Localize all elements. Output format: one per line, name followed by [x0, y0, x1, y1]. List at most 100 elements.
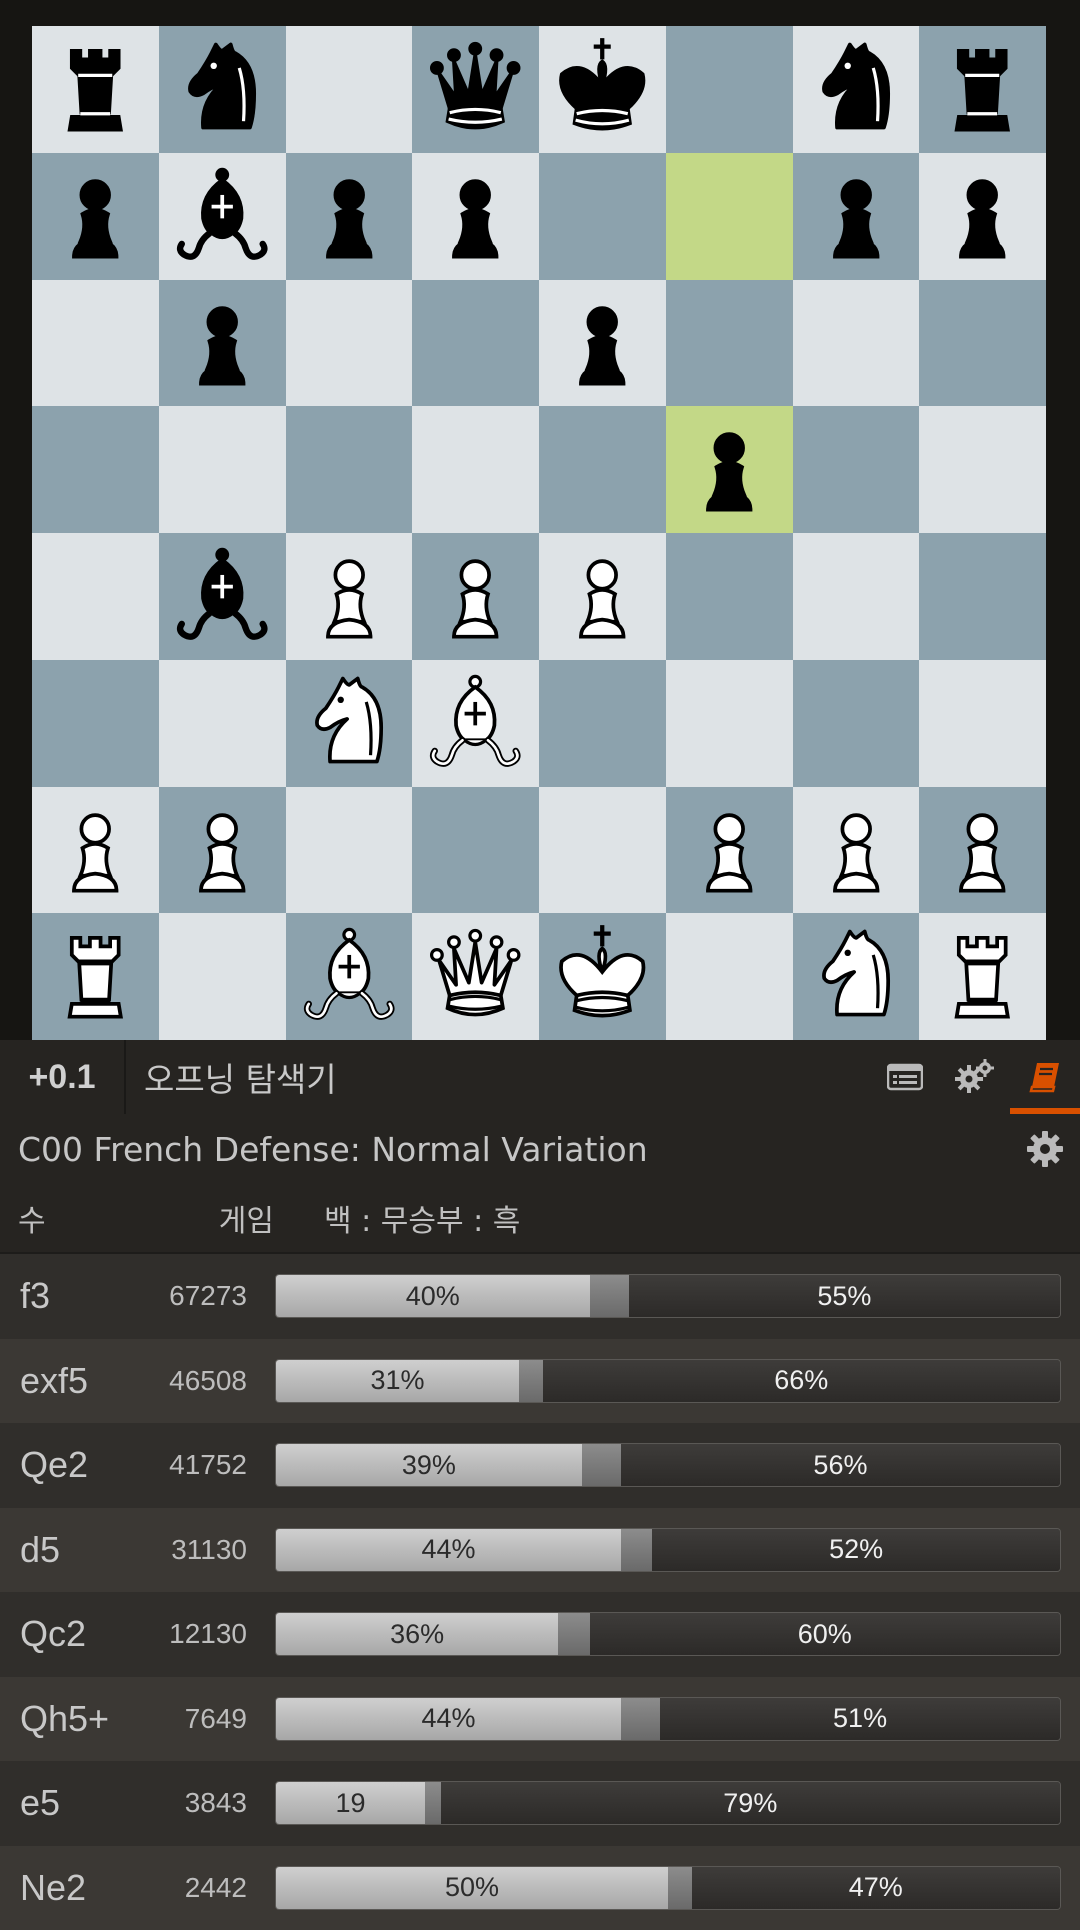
square-c2[interactable]	[286, 787, 413, 914]
square-f4[interactable]	[666, 533, 793, 660]
square-a4[interactable]	[32, 533, 159, 660]
square-c3[interactable]	[286, 660, 413, 787]
engine-eval[interactable]: +0.1	[0, 1040, 126, 1114]
chess-board[interactable]	[32, 26, 1046, 1040]
square-e1[interactable]	[539, 913, 666, 1040]
white-knight-icon[interactable]	[296, 670, 402, 776]
square-a3[interactable]	[32, 660, 159, 787]
black-knight-icon[interactable]	[169, 36, 275, 142]
square-d4[interactable]	[412, 533, 539, 660]
opening-explorer-button[interactable]	[1010, 1040, 1080, 1114]
white-pawn-icon[interactable]	[422, 543, 528, 649]
white-queen-icon[interactable]	[422, 923, 528, 1029]
square-g7[interactable]	[793, 153, 920, 280]
square-d5[interactable]	[412, 406, 539, 533]
square-g1[interactable]	[793, 913, 920, 1040]
black-pawn-icon[interactable]	[296, 163, 402, 269]
black-pawn-icon[interactable]	[549, 290, 655, 396]
explorer-row-Qc2[interactable]: Qc21213036%60%	[0, 1592, 1080, 1677]
square-a2[interactable]	[32, 787, 159, 914]
explorer-row-Qe2[interactable]: Qe24175239%56%	[0, 1423, 1080, 1508]
square-a6[interactable]	[32, 280, 159, 407]
black-queen-icon[interactable]	[422, 36, 528, 142]
square-d6[interactable]	[412, 280, 539, 407]
square-b5[interactable]	[159, 406, 286, 533]
white-pawn-icon[interactable]	[676, 797, 782, 903]
black-bishop-icon[interactable]	[169, 163, 275, 269]
moves-list-button[interactable]	[870, 1040, 940, 1114]
square-g5[interactable]	[793, 406, 920, 533]
square-e6[interactable]	[539, 280, 666, 407]
square-g8[interactable]	[793, 26, 920, 153]
square-f5[interactable]	[666, 406, 793, 533]
black-king-icon[interactable]	[549, 36, 655, 142]
square-b4[interactable]	[159, 533, 286, 660]
square-f1[interactable]	[666, 913, 793, 1040]
square-d1[interactable]	[412, 913, 539, 1040]
square-g3[interactable]	[793, 660, 920, 787]
black-bishop-icon[interactable]	[169, 543, 275, 649]
square-e5[interactable]	[539, 406, 666, 533]
square-h6[interactable]	[919, 280, 1046, 407]
board-grid[interactable]	[32, 26, 1046, 1040]
square-b3[interactable]	[159, 660, 286, 787]
square-h8[interactable]	[919, 26, 1046, 153]
square-c5[interactable]	[286, 406, 413, 533]
square-d7[interactable]	[412, 153, 539, 280]
explorer-row-exf5[interactable]: exf54650831%66%	[0, 1339, 1080, 1424]
square-b6[interactable]	[159, 280, 286, 407]
square-f3[interactable]	[666, 660, 793, 787]
square-a5[interactable]	[32, 406, 159, 533]
square-f8[interactable]	[666, 26, 793, 153]
white-rook-icon[interactable]	[929, 923, 1035, 1029]
explorer-row-Qh5[interactable]: Qh5+764944%51%	[0, 1677, 1080, 1762]
square-h2[interactable]	[919, 787, 1046, 914]
black-knight-icon[interactable]	[803, 36, 909, 142]
square-g2[interactable]	[793, 787, 920, 914]
square-h7[interactable]	[919, 153, 1046, 280]
square-a7[interactable]	[32, 153, 159, 280]
white-pawn-icon[interactable]	[803, 797, 909, 903]
black-pawn-icon[interactable]	[169, 290, 275, 396]
square-a1[interactable]	[32, 913, 159, 1040]
white-pawn-icon[interactable]	[296, 543, 402, 649]
square-h1[interactable]	[919, 913, 1046, 1040]
black-rook-icon[interactable]	[929, 36, 1035, 142]
square-h4[interactable]	[919, 533, 1046, 660]
explorer-row-f3[interactable]: f36727340%55%	[0, 1254, 1080, 1339]
black-pawn-icon[interactable]	[929, 163, 1035, 269]
explorer-row-d5[interactable]: d53113044%52%	[0, 1508, 1080, 1593]
white-bishop-icon[interactable]	[296, 923, 402, 1029]
square-f7[interactable]	[666, 153, 793, 280]
square-d8[interactable]	[412, 26, 539, 153]
square-c8[interactable]	[286, 26, 413, 153]
square-c4[interactable]	[286, 533, 413, 660]
square-h5[interactable]	[919, 406, 1046, 533]
square-b1[interactable]	[159, 913, 286, 1040]
square-e2[interactable]	[539, 787, 666, 914]
white-pawn-icon[interactable]	[169, 797, 275, 903]
white-pawn-icon[interactable]	[549, 543, 655, 649]
square-h3[interactable]	[919, 660, 1046, 787]
square-f2[interactable]	[666, 787, 793, 914]
square-c6[interactable]	[286, 280, 413, 407]
square-b7[interactable]	[159, 153, 286, 280]
square-b8[interactable]	[159, 26, 286, 153]
square-d2[interactable]	[412, 787, 539, 914]
black-pawn-icon[interactable]	[422, 163, 528, 269]
square-c1[interactable]	[286, 913, 413, 1040]
square-f6[interactable]	[666, 280, 793, 407]
square-a8[interactable]	[32, 26, 159, 153]
square-g4[interactable]	[793, 533, 920, 660]
white-pawn-icon[interactable]	[929, 797, 1035, 903]
square-d3[interactable]	[412, 660, 539, 787]
white-bishop-icon[interactable]	[422, 670, 528, 776]
square-e3[interactable]	[539, 660, 666, 787]
square-e7[interactable]	[539, 153, 666, 280]
square-b2[interactable]	[159, 787, 286, 914]
black-pawn-icon[interactable]	[803, 163, 909, 269]
white-king-icon[interactable]	[549, 923, 655, 1029]
settings-button[interactable]	[940, 1040, 1010, 1114]
white-rook-icon[interactable]	[42, 923, 148, 1029]
explorer-settings-button[interactable]	[1010, 1130, 1080, 1168]
